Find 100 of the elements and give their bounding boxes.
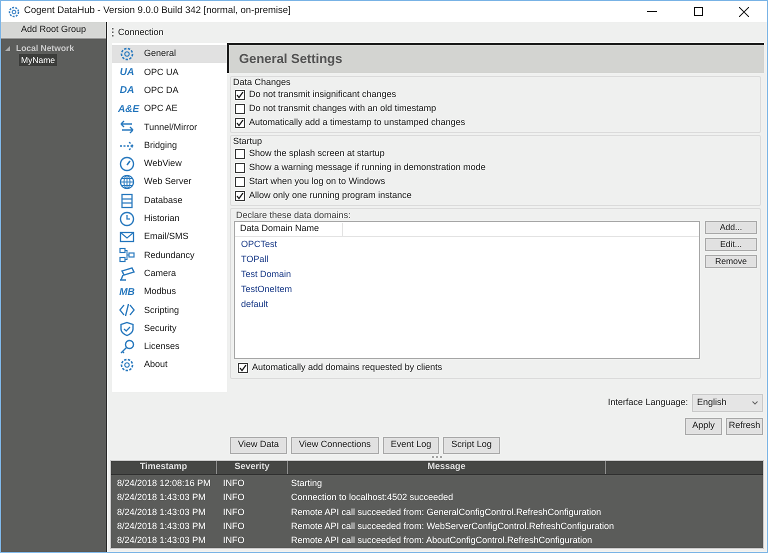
checkbox[interactable]	[235, 163, 245, 173]
connected-nodes-icon	[119, 247, 135, 264]
table-cell-text: INFO	[222, 506, 246, 518]
table-cell-text: Connection to localhost:4502 succeeded	[290, 491, 454, 504]
tree-node[interactable]: Local Network	[14, 42, 76, 54]
caret-icon	[752, 400, 758, 405]
gear-icon	[119, 46, 135, 62]
nav-item[interactable]: Redundancy	[112, 246, 227, 265]
nav-item[interactable]: UA OPC UA	[112, 63, 227, 82]
nav-item[interactable]: Email/SMS	[112, 228, 227, 246]
checkbox-label[interactable]: Automatically add domains requested by clients	[252, 361, 442, 375]
shield-icon	[119, 320, 135, 337]
nav-item[interactable]: Scripting	[112, 301, 227, 320]
checkbox[interactable]	[235, 90, 245, 100]
checkbox-label[interactable]: Allow only one running program instance	[249, 189, 412, 203]
checkbox-label[interactable]: Show the splash screen at startup	[249, 147, 385, 161]
nav-item[interactable]: Camera	[112, 264, 227, 283]
table-cell-text: 8/24/2018 1:43:03 PM	[116, 520, 207, 533]
nav-item[interactable]: Security	[112, 319, 227, 338]
table-cell-text: INFO	[222, 534, 246, 548]
view-button[interactable]: View Data	[230, 436, 287, 454]
nav-item[interactable]: DA OPC DA	[112, 82, 227, 100]
database-icon	[119, 192, 135, 209]
nav-item[interactable]: MB Modbus	[112, 282, 227, 302]
list-item[interactable]: OPCTest	[235, 237, 699, 252]
language-value: English	[697, 396, 727, 409]
table-cell-text: INFO	[222, 520, 246, 533]
view-button[interactable]: Event Log	[382, 436, 440, 454]
table-cell-text: 8/24/2018 1:43:03 PM	[116, 534, 207, 548]
table-cell-text: 8/24/2018 1:43:03 PM	[116, 491, 207, 504]
nav-item[interactable]: Historian	[112, 210, 227, 228]
checkbox-label[interactable]: Automatically add a timestamp to unstamped changes	[249, 116, 466, 130]
checkbox-label[interactable]: Do not transmit changes with an old timestamp	[249, 102, 436, 116]
nav-item[interactable]: Web Server	[112, 173, 227, 192]
nav-item[interactable]: Licenses	[112, 338, 227, 356]
settings-title: General Settings	[227, 43, 764, 73]
text-badge-icon: UA	[118, 64, 136, 80]
gear-icon	[119, 357, 135, 374]
group-legend: Data Changes	[231, 76, 760, 88]
column-header[interactable]: Timestamp	[111, 460, 217, 474]
list-item[interactable]: default	[235, 297, 699, 312]
checkbox[interactable]	[235, 118, 245, 128]
table-cell-text: INFO	[222, 476, 246, 490]
domain-button[interactable]: Remove	[705, 255, 757, 268]
add-root-group-button[interactable]: Add Root Group	[1, 22, 106, 39]
gauge-icon	[119, 156, 135, 172]
checkbox[interactable]	[235, 191, 245, 201]
checkbox[interactable]	[235, 104, 245, 114]
action-button[interactable]: Apply	[685, 418, 722, 435]
table-cell-text: INFO	[222, 491, 246, 504]
group-legend: Startup	[231, 135, 760, 147]
domain-button[interactable]: Edit...	[705, 238, 757, 251]
group-legend: Declare these data domains:	[234, 209, 757, 221]
connection-label: Connection	[118, 26, 164, 39]
nav-item[interactable]: A&E OPC AE	[112, 100, 227, 118]
nav-item[interactable]: WebView	[112, 154, 227, 174]
table-cell-text: Remote API call succeeded from: GeneralConfigControl.RefreshConfiguration	[290, 506, 602, 519]
globe-icon	[119, 174, 135, 190]
nav-item[interactable]: Tunnel/Mirror	[112, 118, 227, 136]
language-dropdown[interactable]: English	[692, 394, 763, 412]
table-cell-text: Remote API call succeeded from: AboutConfigControl.RefreshConfiguration	[290, 534, 592, 548]
checkbox[interactable]	[235, 177, 245, 187]
column-header[interactable]: Message	[288, 460, 606, 474]
column-header[interactable]: Severity	[217, 460, 288, 474]
nav-item[interactable]: General	[112, 45, 227, 64]
clock-icon	[119, 210, 135, 227]
list-item[interactable]: Test Domain	[235, 267, 699, 282]
view-button[interactable]: View Connections	[290, 436, 379, 454]
close-icon	[739, 6, 749, 16]
checkbox[interactable]	[238, 363, 248, 373]
nav-item[interactable]: Database	[112, 191, 227, 210]
table-cell-text: 8/24/2018 1:43:03 PM	[116, 506, 207, 518]
splitter-grip-icon	[432, 456, 442, 458]
two-arrows-icon	[119, 119, 135, 136]
table-cell-text: Remote API call succeeded from: WebServerConfigControl.RefreshConfiguration	[290, 520, 614, 533]
minimize-icon	[647, 10, 657, 12]
tree-node[interactable]: MyName	[19, 54, 58, 66]
app-gear-icon	[8, 6, 20, 18]
checkbox-label[interactable]: Do not transmit insignificant changes	[249, 88, 396, 102]
domain-button[interactable]: Add...	[705, 221, 757, 234]
list-item[interactable]: TestOneItem	[235, 282, 699, 297]
window-title: Cogent DataHub - Version 9.0.0 Build 342 [normal, on-premise]	[24, 4, 291, 18]
key-icon	[119, 338, 135, 355]
view-button[interactable]: Script Log	[443, 436, 500, 454]
text-badge-icon: DA	[118, 83, 136, 98]
list-item[interactable]: TOPall	[235, 252, 699, 267]
checkbox-label[interactable]: Show a warning message if running in demonstration mode	[249, 161, 486, 175]
checkbox[interactable]	[235, 149, 245, 159]
expander-icon[interactable]	[5, 46, 10, 50]
code-icon	[119, 302, 135, 318]
nav-item[interactable]: Bridging	[112, 136, 227, 155]
column-header[interactable]: Data Domain Name	[235, 222, 343, 236]
action-button[interactable]: Refresh	[726, 418, 763, 435]
interface-language-label: Interface Language:	[608, 396, 688, 409]
table-cell-text: Starting	[290, 476, 322, 490]
nav-item[interactable]: About	[112, 356, 227, 374]
table-cell-text: 8/24/2018 12:08:16 PM	[116, 476, 212, 490]
checkbox-label[interactable]: Start when you log on to Windows	[249, 175, 386, 189]
text-badge-icon: MB	[118, 284, 136, 300]
security-camera-icon	[119, 266, 135, 282]
